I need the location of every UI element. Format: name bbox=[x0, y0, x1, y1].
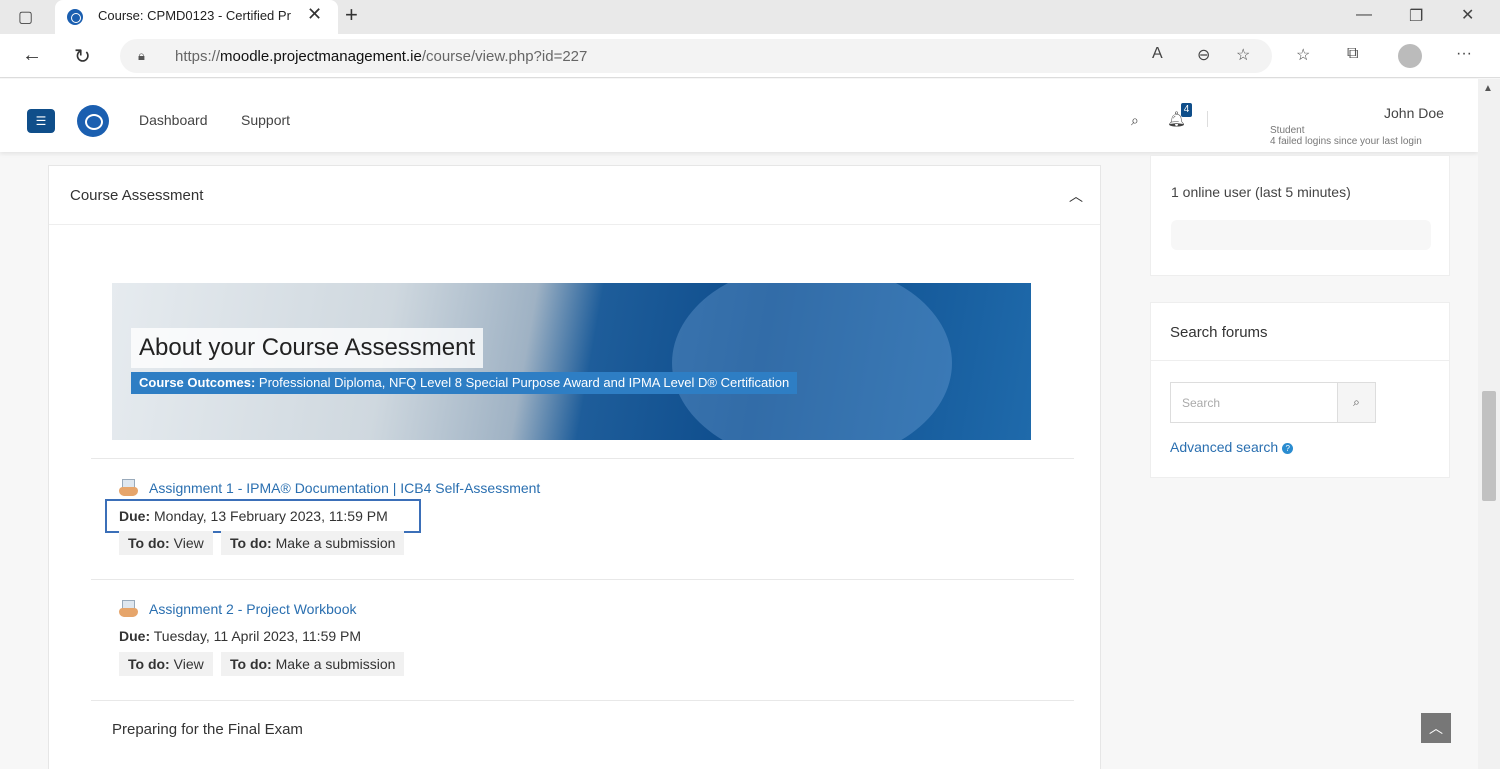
navbar-divider bbox=[1207, 111, 1208, 127]
back-icon[interactable]: ← bbox=[22, 44, 42, 67]
final-exam-subheading: Preparing for the Final Exam bbox=[112, 721, 303, 738]
failed-logins-notice: 4 failed logins since your last login bbox=[1270, 136, 1422, 147]
close-window-icon[interactable]: ✕ bbox=[1461, 5, 1474, 25]
address-bar: ← ↻ 🔒︎ https://moodle.projectmanagement.… bbox=[0, 34, 1500, 78]
site-logo[interactable] bbox=[77, 105, 109, 137]
nav-dashboard-link[interactable]: Dashboard bbox=[139, 112, 208, 128]
site-favicon-icon bbox=[67, 9, 83, 25]
tab-overview-icon[interactable]: ▢ bbox=[18, 7, 33, 27]
drawer-toggle-button[interactable]: ☰ bbox=[27, 109, 55, 133]
activity-divider bbox=[91, 458, 1074, 459]
url-field[interactable]: 🔒︎ https://moodle.projectmanagement.ie/c… bbox=[120, 39, 1272, 73]
url-text: https://moodle.projectmanagement.ie/cour… bbox=[175, 48, 588, 65]
lock-icon[interactable]: 🔒︎ bbox=[138, 48, 145, 64]
tab-title: Course: CPMD0123 - Certified Pr bbox=[98, 8, 291, 23]
user-role: Student bbox=[1270, 125, 1305, 136]
browser-tab-bar: ▢ Course: CPMD0123 - Certified Pr ✕ + — … bbox=[0, 0, 1500, 34]
minimize-icon[interactable]: — bbox=[1356, 6, 1372, 24]
new-tab-icon[interactable]: + bbox=[345, 2, 358, 28]
search-icon: ⌕ bbox=[1353, 395, 1360, 409]
search-forums-title: Search forums bbox=[1170, 324, 1268, 341]
assignment-icon bbox=[119, 600, 138, 617]
forum-search-button[interactable]: ⌕ bbox=[1337, 382, 1376, 423]
user-name[interactable]: John Doe bbox=[1384, 105, 1444, 121]
site-navbar: ☰ Dashboard Support ⌕ 🔔︎ 4 John Doe Stud… bbox=[0, 79, 1478, 152]
search-icon[interactable]: ⌕ bbox=[1131, 112, 1139, 129]
search-forums-block: Search forums ⌕ Advanced search? bbox=[1150, 302, 1450, 478]
scroll-up-icon[interactable]: ▲ bbox=[1483, 83, 1493, 94]
tab-close-icon[interactable]: ✕ bbox=[307, 4, 322, 25]
assignment-2-due-date: Due: Tuesday, 11 April 2023, 11:59 PM bbox=[119, 628, 362, 644]
todo-view-badge: To do: View bbox=[119, 531, 213, 555]
banner-subtitle: Course Outcomes: Professional Diploma, N… bbox=[131, 372, 798, 394]
browser-tab[interactable]: Course: CPMD0123 - Certified Pr ✕ bbox=[55, 0, 338, 34]
nav-support-link[interactable]: Support bbox=[241, 112, 290, 128]
section-divider bbox=[49, 224, 1100, 225]
activity-divider bbox=[91, 579, 1074, 580]
search-forums-divider bbox=[1151, 360, 1449, 361]
maximize-icon[interactable]: ❐ bbox=[1409, 6, 1423, 26]
online-users-text: 1 online user (last 5 minutes) bbox=[1171, 184, 1351, 200]
back-to-top-button[interactable]: ︿ bbox=[1421, 713, 1451, 743]
course-assessment-section: Course Assessment ︿ About your Course As… bbox=[48, 165, 1101, 769]
refresh-icon[interactable]: ↻ bbox=[74, 44, 91, 69]
read-aloud-icon[interactable]: A bbox=[1152, 45, 1163, 63]
todo-submission-badge: To do: Make a submission bbox=[221, 531, 405, 555]
advanced-search-link[interactable]: Advanced search? bbox=[1170, 439, 1294, 455]
assignment-icon bbox=[119, 479, 138, 496]
course-assessment-banner: About your Course Assessment Course Outc… bbox=[112, 283, 1031, 440]
forum-search-input[interactable] bbox=[1170, 382, 1338, 423]
section-title[interactable]: Course Assessment bbox=[70, 187, 203, 204]
banner-title: About your Course Assessment bbox=[131, 328, 484, 368]
zoom-icon[interactable]: ⊖ bbox=[1197, 45, 1210, 65]
help-icon[interactable]: ? bbox=[1282, 442, 1294, 454]
assignment-1-link[interactable]: Assignment 1 - IPMA® Documentation | ICB… bbox=[149, 480, 540, 496]
page-scrollbar[interactable]: ▲ bbox=[1478, 79, 1500, 769]
collections-icon[interactable]: ⧉ bbox=[1347, 45, 1358, 63]
todo-submission-badge: To do: Make a submission bbox=[221, 652, 405, 676]
due-date-highlight bbox=[105, 499, 421, 533]
chevron-up-icon: ︿ bbox=[1429, 720, 1443, 736]
online-users-list bbox=[1171, 220, 1431, 250]
online-users-block: 1 online user (last 5 minutes) bbox=[1150, 155, 1450, 276]
banner-photo-overlay bbox=[672, 283, 952, 440]
notification-count-badge: 4 bbox=[1181, 103, 1192, 117]
profile-icon[interactable] bbox=[1398, 44, 1422, 68]
activity-divider bbox=[91, 700, 1074, 701]
add-favorite-icon[interactable]: ☆ bbox=[1236, 45, 1250, 65]
todo-view-badge: To do: View bbox=[119, 652, 213, 676]
scrollbar-thumb[interactable] bbox=[1482, 391, 1496, 501]
favorites-icon[interactable]: ☆ bbox=[1296, 45, 1310, 65]
assignment-2-link[interactable]: Assignment 2 - Project Workbook bbox=[149, 601, 357, 617]
chevron-up-icon[interactable]: ︿ bbox=[1069, 186, 1083, 206]
more-icon[interactable]: ··· bbox=[1456, 45, 1472, 63]
